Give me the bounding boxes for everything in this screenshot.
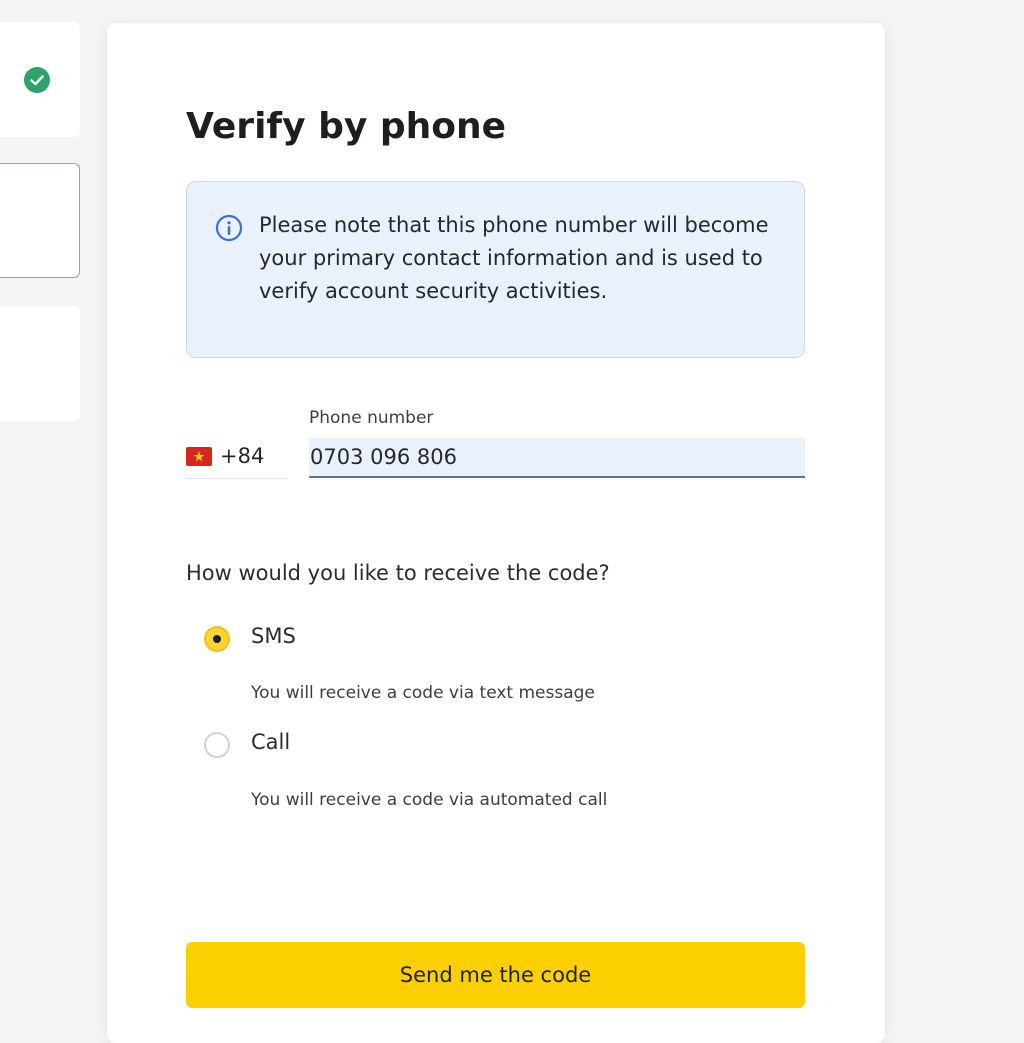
sms-option-description: You will receive a code via text message [251,683,595,703]
call-option-label[interactable]: Call [251,730,290,754]
phone-number-label: Phone number [309,408,434,428]
verify-phone-panel: Verify by phone Please note that this ph… [107,23,885,1043]
next-step-card [0,306,80,421]
notice-text: Please note that this phone number will … [259,213,769,303]
phone-number-input[interactable] [309,438,805,478]
previous-step-card [0,22,80,137]
country-code-selector[interactable]: +84 [186,438,287,479]
vietnam-flag-icon [186,447,212,466]
info-notice: Please note that this phone number will … [186,181,805,358]
sms-radio[interactable] [204,626,230,652]
send-code-button[interactable]: Send me the code [186,942,805,1008]
page-title: Verify by phone [186,106,507,147]
delivery-question: How would you like to receive the code? [186,561,610,585]
info-icon [215,214,243,242]
call-option-description: You will receive a code via automated ca… [251,790,608,810]
current-step-card [0,163,80,278]
call-radio[interactable] [204,732,230,758]
sms-option-label[interactable]: SMS [251,624,296,648]
dial-code: +84 [220,444,265,468]
check-circle-icon [24,67,50,93]
